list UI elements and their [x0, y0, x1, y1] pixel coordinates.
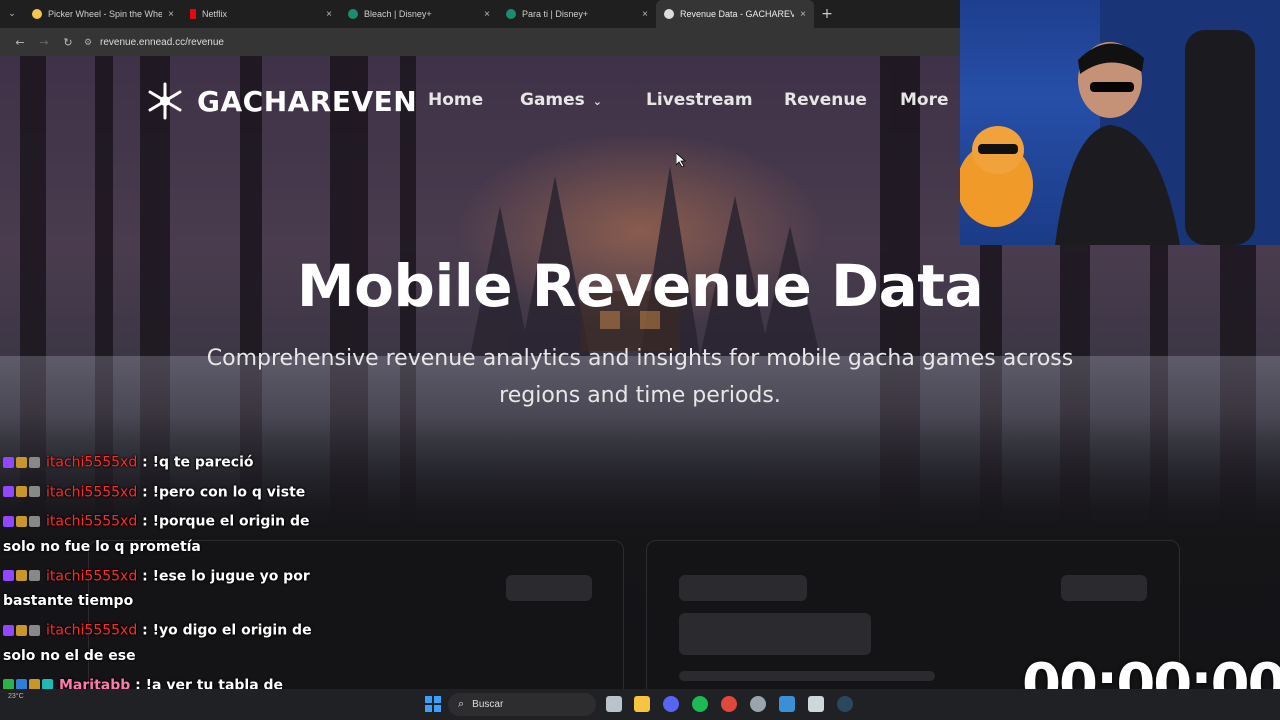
chat-message: itachi5555xd : !yo digo el origin de sol…	[0, 618, 330, 669]
skeleton-block	[679, 613, 871, 655]
twitch-badge-icon	[3, 456, 14, 468]
site-logo[interactable]: GACHAREVEN	[145, 81, 417, 121]
app-icon[interactable]	[750, 696, 766, 712]
nav-more-link[interactable]: More	[900, 90, 949, 110]
chat-badges	[3, 480, 42, 505]
site-header: GACHAREVEN	[145, 78, 417, 124]
tab-close-icon[interactable]: ×	[642, 9, 648, 20]
spotify-icon[interactable]	[692, 696, 708, 712]
chat-message: itachi5555xd : !pero con lo q viste	[0, 480, 330, 506]
chat-message: itachi5555xd : !ese lo jugue yo por bast…	[0, 564, 330, 615]
search-placeholder: Buscar	[472, 699, 504, 710]
browser-tab[interactable]: Para ti | Disney+ ×	[498, 0, 656, 28]
url-text: revenue.ennead.cc/revenue	[100, 36, 224, 48]
chat-badges	[3, 509, 42, 534]
file-explorer-icon[interactable]	[634, 696, 650, 712]
bits-badge-icon	[29, 515, 40, 527]
tab-title: Picker Wheel - Spin the Wheel	[48, 9, 163, 19]
tab-title: Bleach | Disney+	[364, 9, 432, 19]
tab-favicon-icon	[664, 9, 674, 19]
webcam-overlay	[960, 0, 1280, 245]
chat-username: itachi5555xd	[46, 484, 138, 500]
chrome-icon[interactable]	[721, 696, 737, 712]
twitch-badge-icon	[3, 515, 14, 527]
tab-close-icon[interactable]: ×	[168, 9, 174, 20]
chat-username: itachi5555xd	[46, 622, 138, 639]
chat-username: itachi5555xd	[46, 454, 138, 471]
tab-search-chevron-icon[interactable]: ⌄	[0, 0, 24, 28]
webcam-feed-illustration	[960, 0, 1280, 245]
steam-icon[interactable]	[837, 696, 853, 712]
bits-badge-icon	[29, 486, 40, 497]
chat-message: itachi5555xd : !q te pareció	[0, 450, 330, 476]
tab-close-icon[interactable]: ×	[800, 9, 806, 20]
skeleton-block	[506, 575, 592, 601]
nav-games-link[interactable]: Games ⌄	[520, 90, 602, 110]
tab-close-icon[interactable]: ×	[484, 9, 490, 20]
bits-badge-icon	[29, 570, 40, 581]
task-view-icon[interactable]	[606, 696, 622, 712]
tab-favicon-icon	[190, 9, 196, 19]
chat-text: : !q te pareció	[142, 454, 254, 471]
skeleton-block	[679, 671, 935, 681]
chat-text: : !pero con lo q viste	[142, 484, 306, 500]
twitch-badge-icon	[3, 486, 14, 497]
tab-title: Para ti | Disney+	[522, 9, 589, 19]
nav-revenue-link[interactable]: Revenue	[784, 90, 867, 110]
browser-tab[interactable]: Netflix ×	[182, 0, 340, 28]
chevron-down-icon: ⌄	[592, 95, 603, 108]
mouse-cursor-icon	[676, 153, 686, 167]
notes-icon[interactable]	[779, 696, 795, 712]
browser-toolbar: ← → ↻ ⚙ revenue.ennead.cc/revenue	[0, 28, 960, 56]
sub-badge-icon	[16, 515, 27, 527]
chat-badges	[3, 450, 42, 475]
stream-chat-overlay: itachi5555xd : !q te pareció itachi5555x…	[0, 450, 330, 720]
snowflake-logo-icon	[148, 82, 182, 120]
page-subtitle: Comprehensive revenue analytics and insi…	[206, 346, 1074, 408]
tab-close-icon[interactable]: ×	[326, 9, 332, 20]
twitch-badge-icon	[3, 570, 14, 581]
taskbar-search[interactable]: ⌕ Buscar	[448, 693, 596, 716]
tab-favicon-icon	[506, 9, 516, 19]
browser-tab[interactable]: Picker Wheel - Spin the Wheel ×	[24, 0, 182, 28]
calculator-icon[interactable]	[808, 696, 824, 712]
skeleton-block	[679, 575, 807, 601]
tab-favicon-icon	[348, 9, 358, 19]
sub-badge-icon	[16, 624, 27, 636]
nav-livestream-link[interactable]: Livestream	[646, 90, 753, 110]
windows-start-icon[interactable]	[425, 696, 441, 712]
page-title: Mobile Revenue Data	[296, 252, 984, 320]
logo-text: GACHAREVEN	[197, 84, 418, 118]
sub-badge-icon	[16, 456, 27, 468]
site-info-icon[interactable]: ⚙	[84, 37, 100, 48]
chat-message: itachi5555xd : !porque el origin de solo…	[0, 509, 330, 560]
bits-badge-icon	[29, 624, 40, 636]
chat-badges	[3, 564, 42, 589]
new-tab-button[interactable]: +	[814, 6, 840, 22]
nav-home-link[interactable]: Home	[428, 90, 483, 110]
bits-badge-icon	[29, 456, 40, 468]
sub-badge-icon	[16, 570, 27, 581]
tab-title: Netflix	[202, 9, 228, 19]
back-arrow-icon[interactable]: ←	[8, 36, 32, 49]
twitch-badge-icon	[3, 624, 14, 636]
tab-favicon-icon	[32, 9, 42, 19]
weather-widget[interactable]: 23°C	[8, 693, 24, 700]
nav-games-label: Games	[520, 90, 585, 110]
chat-username: itachi5555xd	[46, 568, 138, 584]
tab-title: Revenue Data - GACHAREVEN	[680, 9, 795, 19]
reload-icon[interactable]: ↻	[56, 36, 80, 49]
chat-username: itachi5555xd	[46, 513, 138, 530]
address-bar[interactable]: ⚙ revenue.ennead.cc/revenue	[84, 31, 924, 53]
sub-badge-icon	[16, 486, 27, 497]
skeleton-block	[1061, 575, 1147, 601]
browser-tab[interactable]: Bleach | Disney+ ×	[340, 0, 498, 28]
discord-icon[interactable]	[663, 696, 679, 712]
taskbar: 23°C ⌕ Buscar	[0, 689, 1280, 720]
search-icon: ⌕	[458, 698, 465, 710]
browser-tab-strip: ⌄ Picker Wheel - Spin the Wheel × Netfli…	[0, 0, 960, 28]
forward-arrow-icon[interactable]: →	[32, 36, 56, 49]
browser-tab-active[interactable]: Revenue Data - GACHAREVEN ×	[656, 0, 814, 28]
chat-badges	[3, 618, 42, 643]
